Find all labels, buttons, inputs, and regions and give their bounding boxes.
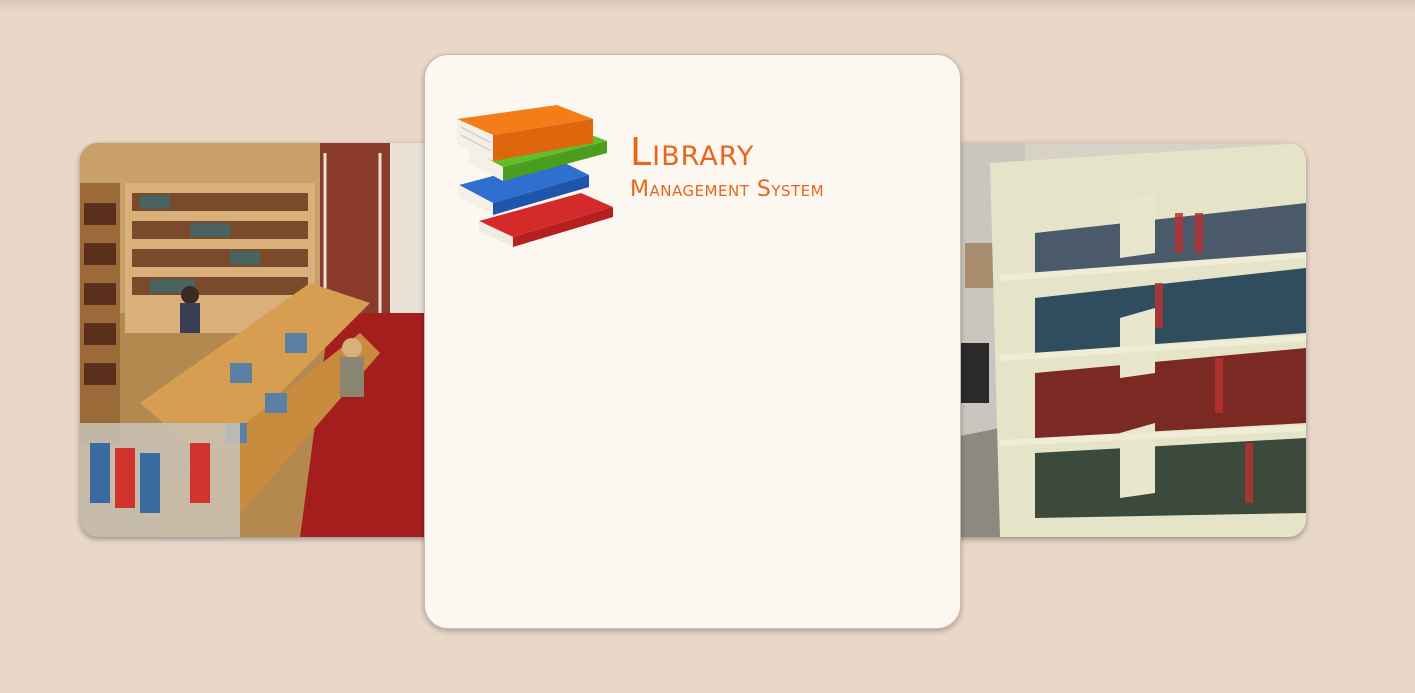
stacked-books-icon	[453, 103, 617, 253]
app-subtitle: Management System	[630, 177, 825, 202]
top-band	[0, 0, 1415, 12]
app-title: Library	[630, 130, 755, 174]
library-bookshelves-photo	[925, 143, 1306, 537]
login-card: Library Management System	[424, 54, 961, 629]
app-logo: Library Management System	[630, 133, 824, 201]
library-reading-room-photo	[80, 143, 460, 537]
